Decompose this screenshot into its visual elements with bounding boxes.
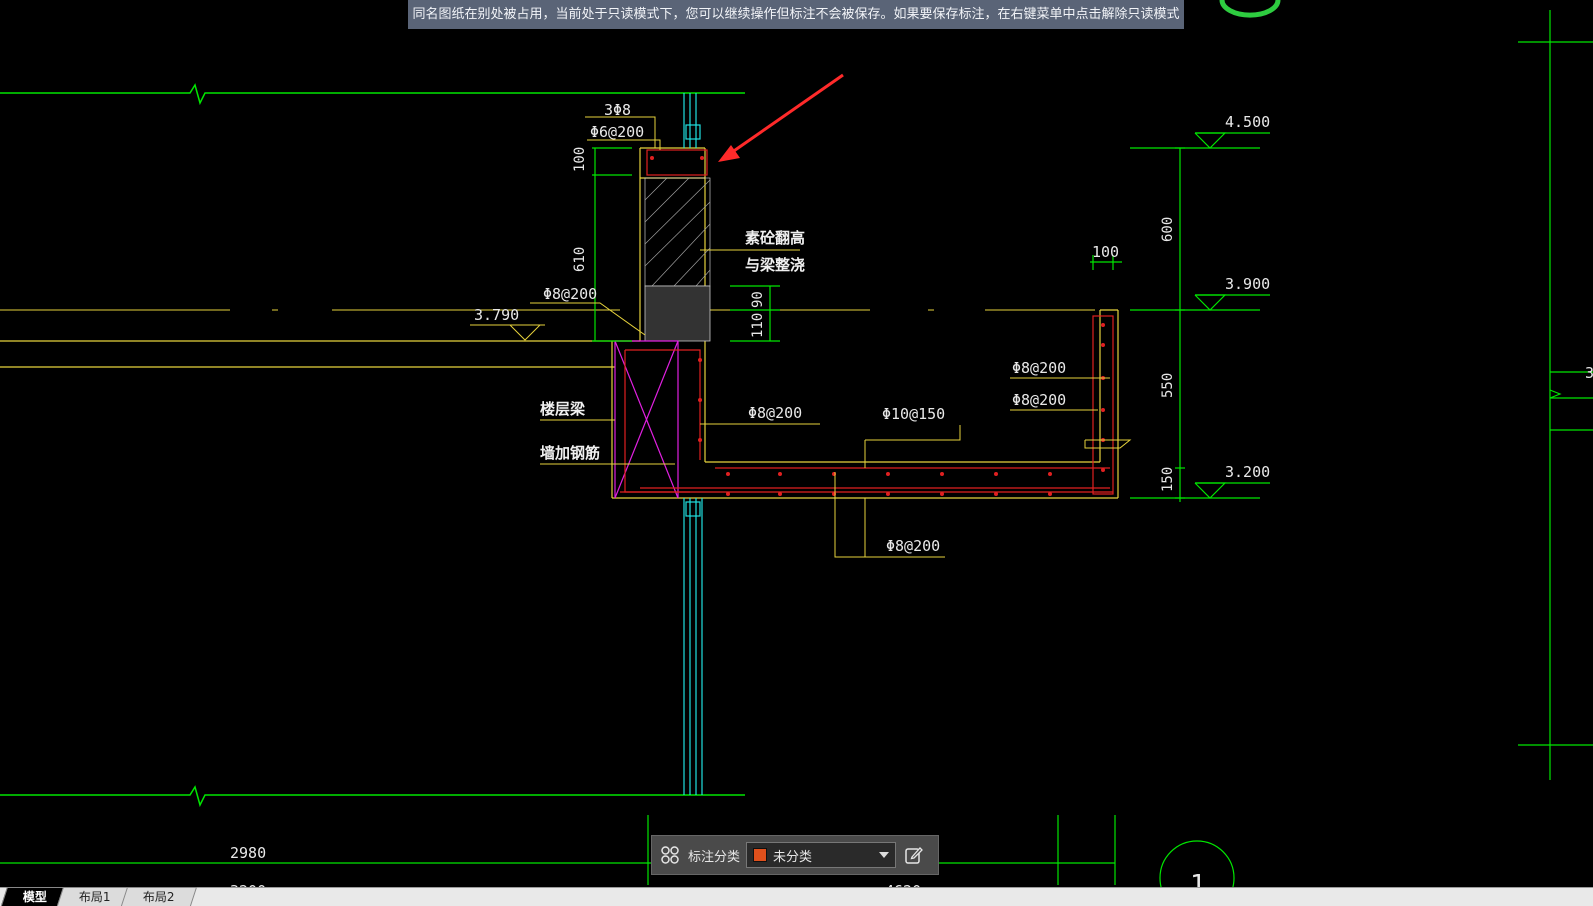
cad-drawing-canvas[interactable]: 3Φ8 Φ6@200 100 610 Φ8@200 3.790 素砼翻高 与梁整… [0, 0, 1593, 906]
dim-100-right: 100 [1092, 243, 1119, 261]
dim-110: 110 [750, 313, 766, 338]
dim-2980: 2980 [230, 844, 266, 862]
note-cast-with-beam: 与梁整浇 [745, 256, 805, 274]
concrete-fill [644, 285, 711, 342]
label-rebar-left-slab: Φ8@200 [543, 285, 597, 303]
label-rebar-top: 3Φ8 [604, 101, 631, 119]
level-line [0, 309, 1095, 341]
annotation-category-value: 未分类 [773, 849, 813, 865]
edge-cut-digit: 3 [1585, 364, 1593, 382]
dim-150: 150 [1160, 467, 1176, 492]
red-arrow-annotation[interactable] [718, 73, 844, 162]
label-elev-3900: 3.900 [1225, 275, 1270, 293]
label-elev-3790: 3.790 [474, 306, 519, 324]
label-stirrup-top: Φ6@200 [590, 123, 644, 141]
tab-layout2[interactable]: 布局2 [120, 887, 197, 906]
label-elev-3200: 3.200 [1225, 463, 1270, 481]
leader-lines [530, 116, 1132, 558]
dim-100-left: 100 [572, 147, 588, 172]
label-floor-beam: 楼层梁 [540, 400, 586, 418]
layout-tab-bar: 模型 布局1 布局2 [0, 887, 1593, 906]
masonry-hatch [644, 177, 711, 287]
label-rebar-anchor: 墙加钢筋 [540, 444, 600, 462]
annotation-toolbar: 标注分类 未分类 [651, 835, 939, 875]
edit-icon[interactable] [902, 843, 926, 867]
rebar-dots [650, 156, 1105, 496]
readonly-notice-banner: 同名图纸在别处被占用，当前处于只读模式下，您可以继续操作但标注不会被保存。如果要… [408, 0, 1184, 29]
annotation-category-label: 标注分类 [688, 849, 741, 865]
break-line-bottom [0, 785, 745, 808]
label-rebar-inner: Φ8@200 [748, 404, 802, 422]
label-rebar-slab: Φ10@150 [882, 405, 945, 423]
elevation-dimension-chain [1130, 132, 1270, 502]
dim-610: 610 [572, 247, 588, 272]
far-right-frame [1518, 10, 1593, 780]
dim-600: 600 [1160, 217, 1176, 242]
category-color-swatch [753, 848, 768, 862]
dim-550: 550 [1160, 373, 1176, 398]
label-rebar-bottom: Φ8@200 [886, 537, 940, 555]
note-plain-concrete: 素砼翻高 [745, 229, 805, 247]
break-line-top [0, 83, 745, 106]
label-rebar-upstand-1: Φ8@200 [1012, 359, 1066, 377]
window-frame-lines [683, 93, 703, 795]
top-circle-fragment [1219, 0, 1281, 18]
label-elev-4500: 4.500 [1225, 113, 1270, 131]
label-rebar-upstand-2: Φ8@200 [1012, 391, 1066, 409]
dim-90: 90 [750, 291, 766, 308]
chevron-down-icon [879, 852, 890, 858]
group-icon[interactable] [658, 843, 682, 867]
annotation-category-select[interactable]: 未分类 [746, 842, 897, 868]
